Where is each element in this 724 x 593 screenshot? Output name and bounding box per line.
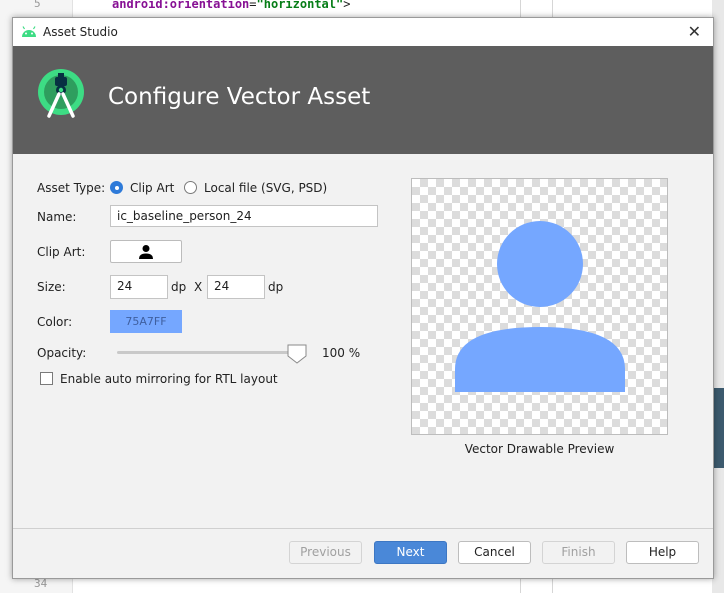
opacity-label: Opacity: — [37, 346, 87, 360]
asset-studio-dialog: Asset Studio ✕ Configure Vector Asset As… — [12, 17, 714, 579]
cancel-button[interactable]: Cancel — [458, 541, 531, 564]
next-button[interactable]: Next — [374, 541, 447, 564]
name-label: Name: — [37, 210, 77, 224]
clip-art-radio-label[interactable]: Clip Art — [130, 181, 174, 195]
footer-divider — [13, 528, 713, 529]
finish-button[interactable]: Finish — [542, 541, 615, 564]
previous-button[interactable]: Previous — [289, 541, 362, 564]
auto-mirror-checkbox[interactable] — [40, 372, 53, 385]
local-file-radio[interactable] — [184, 181, 197, 194]
width-input[interactable]: 24 — [110, 275, 168, 299]
name-input[interactable]: ic_baseline_person_24 — [110, 205, 378, 227]
height-unit: dp — [268, 280, 284, 294]
help-button[interactable]: Help — [626, 541, 699, 564]
color-picker-button[interactable]: 75A7FF — [110, 310, 182, 333]
dialog-titlebar: Asset Studio ✕ — [13, 18, 713, 46]
opacity-slider-thumb[interactable] — [287, 344, 307, 367]
width-unit: dp — [171, 280, 187, 294]
size-label: Size: — [37, 280, 66, 294]
clip-art-button[interactable] — [110, 240, 182, 263]
height-input[interactable]: 24 — [207, 275, 265, 299]
android-studio-logo — [37, 68, 85, 123]
size-separator: X — [194, 280, 203, 294]
code-line: android:orientation="horizontal"> — [112, 0, 351, 11]
opacity-slider-track[interactable] — [117, 351, 299, 354]
vector-preview — [411, 178, 668, 435]
close-icon[interactable]: ✕ — [688, 22, 701, 41]
color-label: Color: — [37, 315, 73, 329]
person-icon — [455, 221, 625, 392]
clip-art-radio[interactable] — [110, 181, 123, 194]
preview-caption: Vector Drawable Preview — [464, 442, 615, 456]
opacity-value: 100 % — [322, 346, 361, 360]
header-banner: Configure Vector Asset — [13, 46, 713, 154]
clip-art-label: Clip Art: — [37, 245, 86, 259]
page-title: Configure Vector Asset — [108, 84, 371, 110]
line-number: 5 — [34, 0, 41, 10]
android-icon — [21, 26, 37, 41]
asset-type-label: Asset Type: — [37, 181, 106, 195]
auto-mirror-label[interactable]: Enable auto mirroring for RTL layout — [60, 372, 278, 386]
dialog-title: Asset Studio — [43, 25, 118, 39]
local-file-radio-label[interactable]: Local file (SVG, PSD) — [204, 181, 327, 195]
person-icon — [138, 244, 154, 263]
